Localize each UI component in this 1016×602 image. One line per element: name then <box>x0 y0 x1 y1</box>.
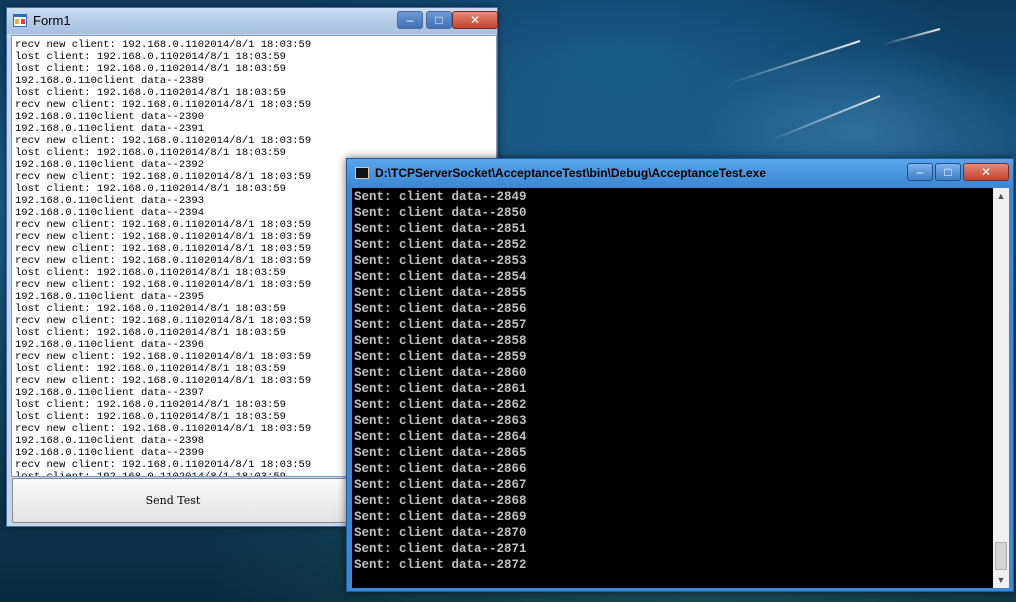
console-line: Sent: client data--2871 <box>354 542 527 556</box>
log-line: lost client: 192.168.0.1102014/8/1 18:03… <box>15 51 286 63</box>
console-line: Sent: client data--2864 <box>354 430 527 444</box>
minimize-button[interactable]: – <box>397 11 423 29</box>
console-line: Sent: client data--2862 <box>354 398 527 412</box>
log-line: recv new client: 192.168.0.1102014/8/1 1… <box>15 135 312 147</box>
console-title: D:\TCPServerSocket\AcceptanceTest\bin\De… <box>375 166 767 180</box>
console-line: Sent: client data--2869 <box>354 510 527 524</box>
console-close-button[interactable]: ✕ <box>963 163 1009 181</box>
comet-streak <box>881 28 941 46</box>
console-line: Sent: client data--2867 <box>354 478 527 492</box>
console-line: Sent: client data--2853 <box>354 254 527 268</box>
console-line: Sent: client data--2857 <box>354 318 527 332</box>
log-line: 192.168.0.110client data--2391 <box>15 123 205 135</box>
console-line: Sent: client data--2861 <box>354 382 527 396</box>
log-line: 192.168.0.110client data--2390 <box>15 111 205 123</box>
console-line: Sent: client data--2872 <box>354 558 527 572</box>
console-output: Sent: client data--2849 Sent: client data… <box>352 188 993 588</box>
maximize-button[interactable]: □ <box>426 11 452 29</box>
console-line: Sent: client data--2870 <box>354 526 527 540</box>
console-line: Sent: client data--2852 <box>354 238 527 252</box>
console-line: Sent: client data--2849 <box>354 190 527 204</box>
log-line: recv new client: 192.168.0.1102014/8/1 1… <box>15 99 312 111</box>
console-icon <box>355 167 369 179</box>
comet-streak <box>726 40 861 86</box>
console-line: Sent: client data--2865 <box>354 446 527 460</box>
console-minimize-button[interactable]: – <box>907 163 933 181</box>
console-line: Sent: client data--2855 <box>354 286 527 300</box>
console-titlebar[interactable]: D:\TCPServerSocket\AcceptanceTest\bin\De… <box>347 159 1013 187</box>
console-line: Sent: client data--2860 <box>354 366 527 380</box>
console-line: Sent: client data--2854 <box>354 270 527 284</box>
form1-titlebar[interactable]: Form1 – □ ✕ <box>7 8 498 34</box>
scroll-thumb[interactable] <box>995 542 1007 570</box>
log-line: lost client: 192.168.0.1102014/8/1 18:03… <box>15 87 286 99</box>
log-line: recv new client: 192.168.0.1102014/8/1 1… <box>15 39 312 51</box>
console-line: Sent: client data--2858 <box>354 334 527 348</box>
console-line: Sent: client data--2859 <box>354 350 527 364</box>
scroll-down-arrow-icon[interactable]: ▼ <box>993 572 1009 588</box>
scroll-up-arrow-icon[interactable]: ▲ <box>993 188 1009 204</box>
comet-streak <box>768 95 881 142</box>
console-window: D:\TCPServerSocket\AcceptanceTest\bin\De… <box>346 158 1014 592</box>
console-line: Sent: client data--2868 <box>354 494 527 508</box>
close-button[interactable]: ✕ <box>452 11 498 29</box>
log-line: lost client: 192.168.0.1102014/8/1 18:03… <box>15 63 286 75</box>
console-line: Sent: client data--2866 <box>354 462 527 476</box>
console-line: Sent: client data--2856 <box>354 302 527 316</box>
console-maximize-button[interactable]: □ <box>935 163 961 181</box>
app-icon <box>13 14 27 27</box>
console-line: Sent: client data--2850 <box>354 206 527 220</box>
console-line: Sent: client data--2863 <box>354 414 527 428</box>
form1-title: Form1 <box>33 13 71 28</box>
log-line: 192.168.0.110client data--2389 <box>15 75 205 87</box>
console-line: Sent: client data--2851 <box>354 222 527 236</box>
console-scrollbar[interactable]: ▲ ▼ <box>993 188 1009 588</box>
